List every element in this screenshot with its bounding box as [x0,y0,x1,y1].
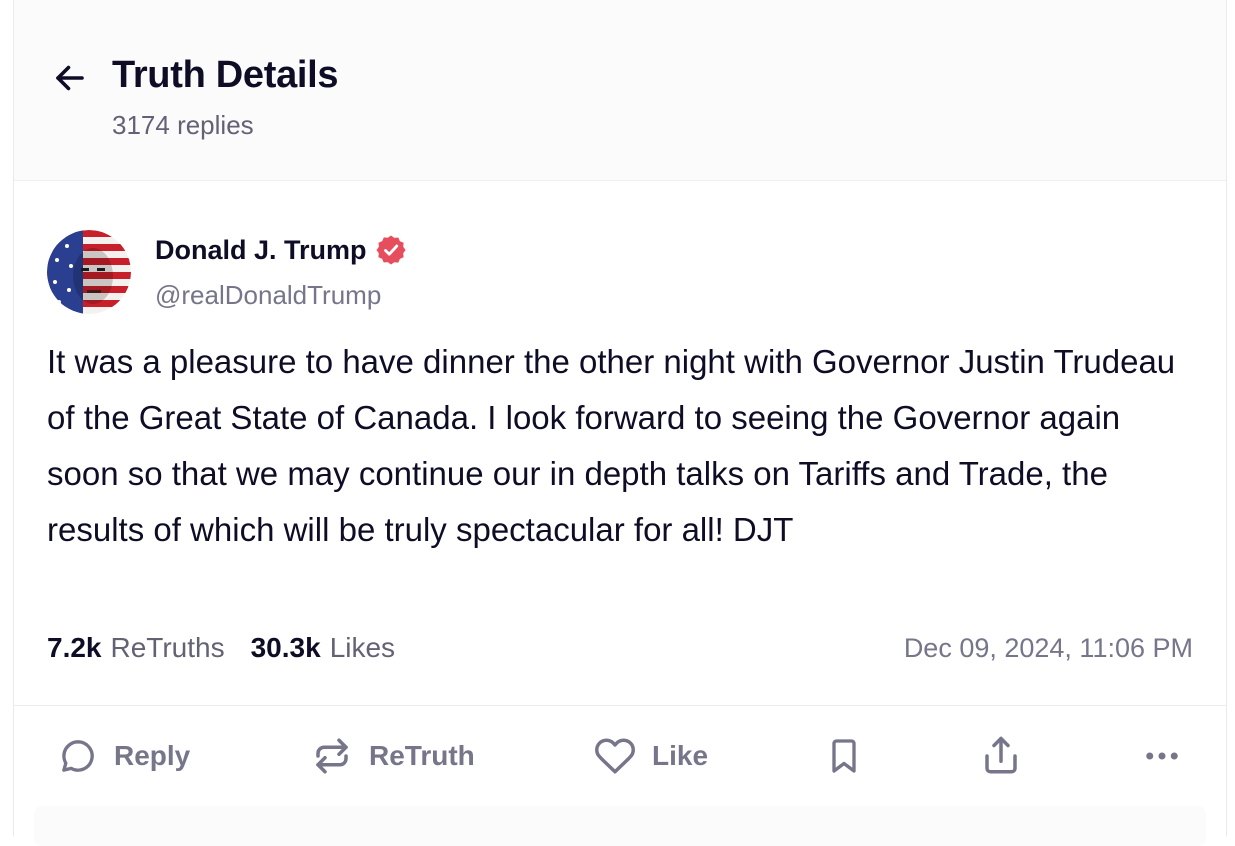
page-header: Truth Details 3174 replies [14,0,1226,181]
like-button[interactable]: Like [594,732,708,780]
likes-stat[interactable]: 30.3k Likes [251,632,395,664]
replies-count: 3174 replies [112,110,254,140]
bookmark-icon [832,739,856,773]
post-body: It was a pleasure to have dinner the oth… [47,343,1176,548]
reply-button[interactable]: Reply [58,732,190,780]
share-icon [985,736,1017,774]
verified-badge-icon [376,235,406,265]
back-button[interactable] [50,58,90,98]
bookmark-button[interactable] [824,732,864,780]
retruths-label: ReTruths [110,632,225,663]
next-reply-card [34,806,1206,846]
like-label: Like [652,740,709,771]
post-stats: 7.2k ReTruths 30.3k Likes [47,632,395,664]
likes-count: 30.3k [250,632,321,663]
more-options-button[interactable] [1141,732,1183,780]
reply-label: Reply [114,740,191,771]
truth-details-page: Truth Details 3174 replies Donald J. Tru… [13,0,1227,846]
divider [14,705,1226,706]
author-name[interactable]: Donald J. Trump [155,235,367,266]
retruth-label: ReTruth [369,740,475,771]
heart-icon [595,738,635,774]
author-handle[interactable]: @realDonaldTrump [155,280,381,311]
post-timestamp: Dec 09, 2024, 11:06 PM [903,633,1193,663]
more-dots-icon [1146,752,1178,760]
author-row: Donald J. Trump [155,234,407,266]
retruth-button[interactable]: ReTruth [311,732,475,780]
page-title: Truth Details [112,54,339,96]
retruths-count: 7.2k [47,632,102,663]
repost-arrows-icon [316,738,348,774]
likes-label: Likes [329,632,396,663]
speech-bubble-icon [62,740,94,772]
arrow-left-icon [56,65,84,91]
retruths-stat[interactable]: 7.2k ReTruths [47,632,225,664]
share-button[interactable] [980,732,1022,780]
avatar[interactable] [47,230,131,314]
avatar-image [47,230,131,314]
